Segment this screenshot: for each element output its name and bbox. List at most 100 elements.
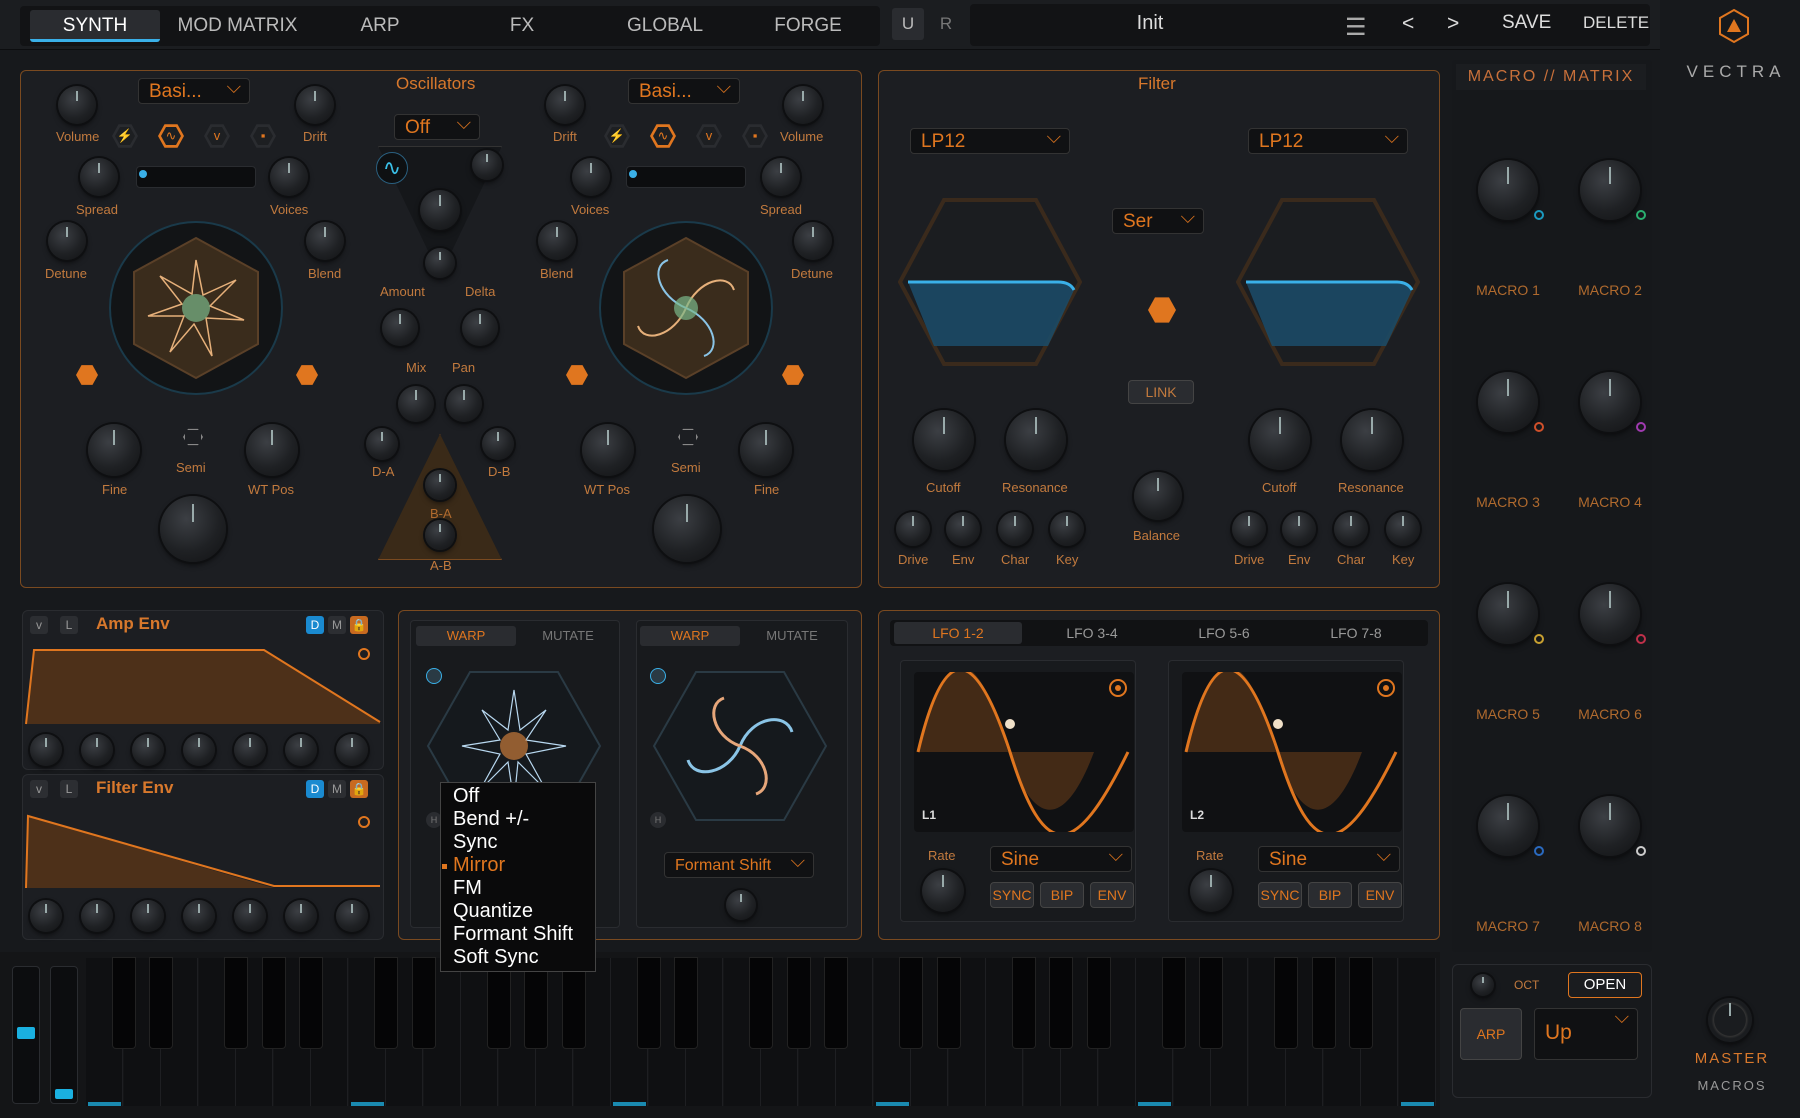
filter-2-env-knob[interactable] bbox=[1282, 512, 1316, 546]
osc-a-spread-knob[interactable] bbox=[80, 158, 118, 196]
u-button[interactable]: U bbox=[892, 8, 924, 40]
macro-2-knob[interactable] bbox=[1580, 160, 1640, 220]
osc-a-wavetable-select[interactable]: Basi... bbox=[138, 77, 250, 104]
warp-menu-item-off[interactable]: Off bbox=[441, 785, 595, 808]
a-b-knob[interactable] bbox=[425, 520, 455, 550]
lfo-tab-3-4[interactable]: LFO 3-4 bbox=[1028, 622, 1156, 644]
osc-b-voices-knob[interactable] bbox=[572, 158, 610, 196]
osc-a-wavetable-display[interactable] bbox=[108, 220, 284, 396]
amp-env-knob-7[interactable] bbox=[336, 734, 368, 766]
filter-env-d-button[interactable]: D bbox=[306, 780, 324, 798]
white-key[interactable] bbox=[1398, 958, 1436, 1106]
arp-direction-select[interactable]: Up bbox=[1534, 1007, 1638, 1060]
filter-1-char-knob[interactable] bbox=[998, 512, 1032, 546]
osc-a-drift-knob[interactable] bbox=[296, 86, 334, 124]
filter-1-drive-knob[interactable] bbox=[896, 512, 930, 546]
amp-env-knob-6[interactable] bbox=[285, 734, 317, 766]
amp-env-m-button[interactable]: M bbox=[328, 616, 346, 634]
prev-preset-button[interactable]: < bbox=[1402, 12, 1414, 36]
osc-b-spread-knob[interactable] bbox=[762, 158, 800, 196]
warp-b-amount-knob[interactable] bbox=[726, 890, 756, 920]
black-key[interactable] bbox=[637, 958, 660, 1048]
arp-toggle-button[interactable]: ARP bbox=[1460, 1008, 1522, 1060]
lfo-2-waveform-display[interactable] bbox=[1182, 666, 1402, 836]
lfo-1-waveform-display[interactable] bbox=[914, 666, 1134, 836]
warp-menu-item-mirror[interactable]: Mirror bbox=[441, 854, 595, 877]
mix-knob[interactable] bbox=[398, 386, 434, 422]
macro-5-knob[interactable] bbox=[1478, 584, 1538, 644]
amp-env-v-button[interactable]: v bbox=[30, 616, 48, 634]
macro-8-knob[interactable] bbox=[1580, 796, 1640, 856]
arp-open-button[interactable]: OPEN bbox=[1568, 972, 1642, 998]
filter-routing-select[interactable]: Ser bbox=[1112, 207, 1204, 234]
osc-a-position-slider[interactable] bbox=[136, 166, 256, 188]
filter-1-key-knob[interactable] bbox=[1050, 512, 1084, 546]
tab-mod-matrix[interactable]: MOD MATRIX bbox=[170, 10, 305, 42]
black-key[interactable] bbox=[225, 958, 247, 1048]
black-key[interactable] bbox=[1162, 958, 1185, 1048]
warp-a-mutate-tab[interactable]: MUTATE bbox=[520, 626, 616, 646]
warp-a-warp-tab[interactable]: WARP bbox=[416, 626, 516, 646]
osc-b-fine-knob[interactable] bbox=[740, 424, 792, 476]
lfo-tab-1-2[interactable]: LFO 1-2 bbox=[894, 622, 1022, 644]
osc-b-wtpos-knob[interactable] bbox=[582, 424, 634, 476]
macro-7-knob[interactable] bbox=[1478, 796, 1538, 856]
black-key[interactable] bbox=[375, 958, 397, 1048]
black-key[interactable] bbox=[1200, 958, 1222, 1048]
lfo-2-sync-button[interactable]: SYNC bbox=[1258, 882, 1302, 908]
warp-b-display[interactable] bbox=[652, 670, 828, 822]
warp-b-mutate-tab[interactable]: MUTATE bbox=[744, 626, 840, 646]
filter-env-knob-6[interactable] bbox=[285, 900, 317, 932]
black-key[interactable] bbox=[1050, 958, 1072, 1048]
menu-icon[interactable]: ☰ bbox=[1345, 13, 1367, 42]
filter-1-type-select[interactable]: LP12 bbox=[910, 127, 1070, 154]
amp-env-knob-1[interactable] bbox=[30, 734, 62, 766]
macro-3-knob[interactable] bbox=[1478, 372, 1538, 432]
black-key[interactable] bbox=[1275, 958, 1297, 1048]
filter-2-key-knob[interactable] bbox=[1386, 512, 1420, 546]
lfo-tab-5-6[interactable]: LFO 5-6 bbox=[1160, 622, 1288, 644]
osc-a-fine-knob[interactable] bbox=[88, 424, 140, 476]
osc-b-wavetable-display[interactable] bbox=[598, 220, 774, 396]
black-key[interactable] bbox=[787, 958, 810, 1048]
black-key[interactable] bbox=[412, 958, 435, 1048]
delete-button[interactable]: DELETE bbox=[1583, 13, 1649, 33]
warp-menu-item-formant-shift[interactable]: Formant Shift bbox=[441, 923, 595, 946]
d-b-knob[interactable] bbox=[482, 428, 514, 460]
save-button[interactable]: SAVE bbox=[1502, 12, 1551, 34]
black-key[interactable] bbox=[262, 958, 285, 1048]
filter-balance-knob[interactable] bbox=[1134, 472, 1182, 520]
black-key[interactable] bbox=[937, 958, 960, 1048]
warp-b-warp-tab[interactable]: WARP bbox=[640, 626, 740, 646]
b-a-knob[interactable] bbox=[425, 470, 455, 500]
amp-env-l-button[interactable]: L bbox=[60, 616, 78, 634]
black-key[interactable] bbox=[300, 958, 322, 1048]
osc-b-volume-knob[interactable] bbox=[784, 86, 822, 124]
osc-a-voices-knob[interactable] bbox=[270, 158, 308, 196]
osc-b-drift-knob[interactable] bbox=[546, 86, 584, 124]
warp-b-h-button[interactable]: H bbox=[650, 812, 666, 828]
osc-a-volume-knob[interactable] bbox=[58, 86, 96, 124]
osc-b-position-slider[interactable] bbox=[626, 166, 746, 188]
filter-env-knob-3[interactable] bbox=[132, 900, 164, 932]
filter-2-cutoff-knob[interactable] bbox=[1250, 410, 1310, 470]
black-key[interactable] bbox=[1312, 958, 1335, 1048]
lfo-1-bip-button[interactable]: BIP bbox=[1040, 882, 1084, 908]
sub-bottom-knob[interactable] bbox=[425, 248, 455, 278]
black-key[interactable] bbox=[1087, 958, 1110, 1048]
filter-env-knob-4[interactable] bbox=[183, 900, 215, 932]
filter-2-type-select[interactable]: LP12 bbox=[1248, 127, 1408, 154]
warp-menu-item-quantize[interactable]: Quantize bbox=[441, 900, 595, 923]
filter-link-button[interactable]: LINK bbox=[1128, 380, 1194, 404]
black-key[interactable] bbox=[1012, 958, 1035, 1048]
filter-1-resonance-knob[interactable] bbox=[1006, 410, 1066, 470]
filter-env-knob-5[interactable] bbox=[234, 900, 266, 932]
warp-menu-item-bend[interactable]: Bend +/- bbox=[441, 808, 595, 831]
filter-env-m-button[interactable]: M bbox=[328, 780, 346, 798]
black-key[interactable] bbox=[675, 958, 697, 1048]
amount-knob[interactable] bbox=[382, 310, 418, 346]
pan-knob[interactable] bbox=[446, 386, 482, 422]
filter-env-lock-icon[interactable]: 🔒 bbox=[350, 780, 368, 798]
arp-oct-knob[interactable] bbox=[1472, 974, 1494, 996]
warp-b-mode-select[interactable]: Formant Shift bbox=[664, 851, 814, 878]
